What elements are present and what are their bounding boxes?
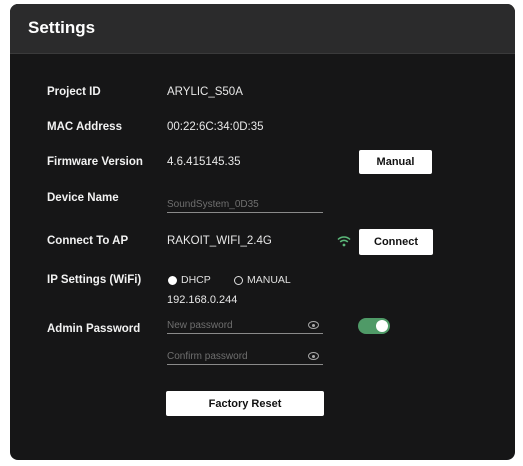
manual-radio[interactable] xyxy=(234,276,243,285)
mac-address-value: 00:22:6C:34:0D:35 xyxy=(167,121,264,133)
settings-panel: Settings Project ID ARYLIC_S50A MAC Addr… xyxy=(10,4,515,460)
wifi-icon xyxy=(337,236,351,247)
page-title: Settings xyxy=(28,18,96,37)
device-name-field xyxy=(167,196,323,213)
toggle-knob xyxy=(376,320,388,332)
device-name-input[interactable] xyxy=(167,196,302,212)
device-name-label: Device Name xyxy=(47,192,119,204)
eye-icon[interactable] xyxy=(308,352,319,360)
project-id-label: Project ID xyxy=(47,86,101,98)
mac-address-label: MAC Address xyxy=(47,121,122,133)
project-id-value: ARYLIC_S50A xyxy=(167,86,243,98)
ip-address-value: 192.168.0.244 xyxy=(167,294,238,306)
manual-button[interactable]: Manual xyxy=(359,150,432,174)
admin-password-toggle[interactable] xyxy=(358,318,390,334)
connect-ap-value: RAKOIT_WIFI_2.4G xyxy=(167,235,272,247)
manual-label: MANUAL xyxy=(247,274,291,286)
confirm-password-field xyxy=(167,348,323,365)
ip-settings-label: IP Settings (WiFi) xyxy=(47,274,142,286)
factory-reset-button[interactable]: Factory Reset xyxy=(166,391,324,416)
settings-header: Settings xyxy=(10,4,515,54)
dhcp-label: DHCP xyxy=(181,274,211,286)
eye-icon[interactable] xyxy=(308,321,319,329)
firmware-version-label: Firmware Version xyxy=(47,156,143,168)
new-password-field xyxy=(167,317,323,334)
firmware-version-value: 4.6.415145.35 xyxy=(167,156,241,168)
dhcp-radio[interactable] xyxy=(168,276,177,285)
new-password-input[interactable] xyxy=(167,317,302,333)
confirm-password-input[interactable] xyxy=(167,348,302,364)
connect-ap-label: Connect To AP xyxy=(47,235,129,247)
admin-password-label: Admin Password xyxy=(47,323,141,335)
connect-button[interactable]: Connect xyxy=(359,229,433,255)
